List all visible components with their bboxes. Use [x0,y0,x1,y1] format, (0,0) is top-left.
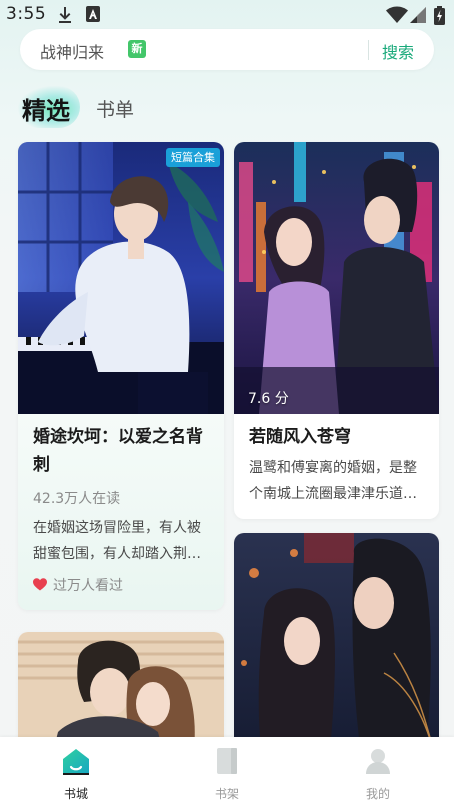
book-title-cont[interactable]: 刺 [33,451,50,480]
tab-featured[interactable]: 精选 [22,91,70,126]
home-icon [62,747,90,775]
book-title[interactable]: 婚途坎坷：以爱之名背 [33,423,203,452]
nav-label-bookstore: 书城 [63,787,88,801]
nav-bookshelf[interactable]: 书架 [187,745,267,805]
battery-charging-icon [434,6,445,29]
book-rating: 7.6 分 [248,391,289,407]
heart-icon [33,578,47,591]
nav-label-profile: 我的 [365,787,390,801]
short-story-tag: 短篇合集 [166,148,220,167]
font-icon [86,6,100,26]
book-card[interactable]: 短篇合集 婚途坎坷：以爱之名背 刺 42.3万人在读 在婚姻这场冒险里，有人被 … [18,142,224,610]
book-desc-cont: 甜蜜包围，有人却踏入荆… [33,546,201,562]
search-hint[interactable]: 战神归来 [40,39,104,63]
book-desc-cont: 个南城上流圈最津津乐道… [249,486,417,502]
book-card[interactable]: 7.6 分 若随风入苍穹 温鹭和傅宴离的婚姻，是整 个南城上流圈最津津乐道… [234,142,439,519]
signal-icon [410,6,426,28]
book-desc: 在婚姻这场冒险里，有人被 [33,520,201,536]
search-box[interactable]: 战神归来 新 搜索 [20,29,434,70]
search-button[interactable]: 搜索 [382,39,414,63]
status-time: 3:55 [6,4,47,24]
bottom-nav: 书城 书架 我的 [0,737,454,808]
nav-profile[interactable]: 我的 [338,745,418,805]
book-readers: 42.3万人在读 [33,491,121,507]
search-divider [368,40,369,60]
status-bar: 3:55 [0,0,454,30]
new-badge: 新 [128,40,146,58]
nav-bookstore[interactable]: 书城 [36,745,116,805]
book-title[interactable]: 若随风入苍穹 [249,423,351,452]
wifi-icon [386,6,408,28]
nav-label-bookshelf: 书架 [214,787,239,801]
tab-bar: 精选 书单 [0,80,454,136]
tab-booklist[interactable]: 书单 [96,95,134,122]
book-desc: 温鹭和傅宴离的婚姻，是整 [249,460,417,476]
hot-row: 过万人看过 [33,575,123,595]
bookshelf-icon [213,747,241,775]
profile-icon [364,747,392,775]
hot-text: 过万人看过 [53,578,123,594]
book-cover-pianist[interactable] [18,142,224,414]
download-icon [58,6,72,28]
book-cover-city-couple[interactable] [234,142,439,414]
